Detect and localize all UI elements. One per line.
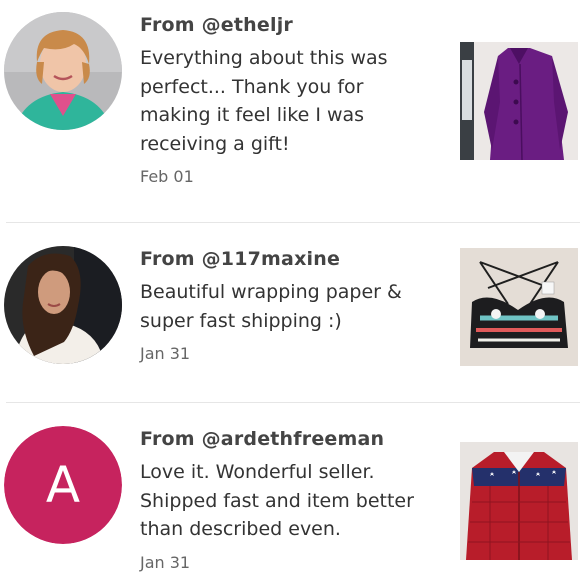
- avatar[interactable]: [4, 12, 122, 130]
- purple-coat-image: [460, 42, 578, 160]
- review-message: Love it. Wonderful seller. Shipped fast …: [140, 461, 414, 540]
- review-date: Jan 31: [140, 552, 191, 572]
- divider: [6, 222, 580, 223]
- avatar-photo: [4, 246, 122, 364]
- review-message: Everything about this was perfect... Tha…: [140, 47, 388, 155]
- reviewer-handle[interactable]: From @etheljr: [140, 12, 440, 38]
- item-thumbnail[interactable]: [460, 248, 578, 366]
- avatar[interactable]: [4, 246, 122, 364]
- avatar-letter: A: [4, 426, 122, 544]
- avatar[interactable]: A: [4, 426, 122, 544]
- review-message: Beautiful wrapping paper & super fast sh…: [140, 281, 402, 332]
- red-jacket-image: [460, 442, 578, 560]
- review-date: Jan 31: [140, 344, 191, 363]
- divider: [6, 402, 580, 403]
- avatar-photo: [4, 12, 122, 130]
- reviews-feed: From @etheljr Everything about this was …: [0, 0, 580, 580]
- item-thumbnail[interactable]: [460, 442, 578, 560]
- reviewer-handle[interactable]: From @ardethfreeman: [140, 426, 440, 452]
- bikini-top-image: [460, 248, 578, 366]
- reviewer-handle[interactable]: From @117maxine: [140, 246, 440, 272]
- review-date: Feb 01: [140, 167, 194, 186]
- item-thumbnail[interactable]: [460, 42, 578, 160]
